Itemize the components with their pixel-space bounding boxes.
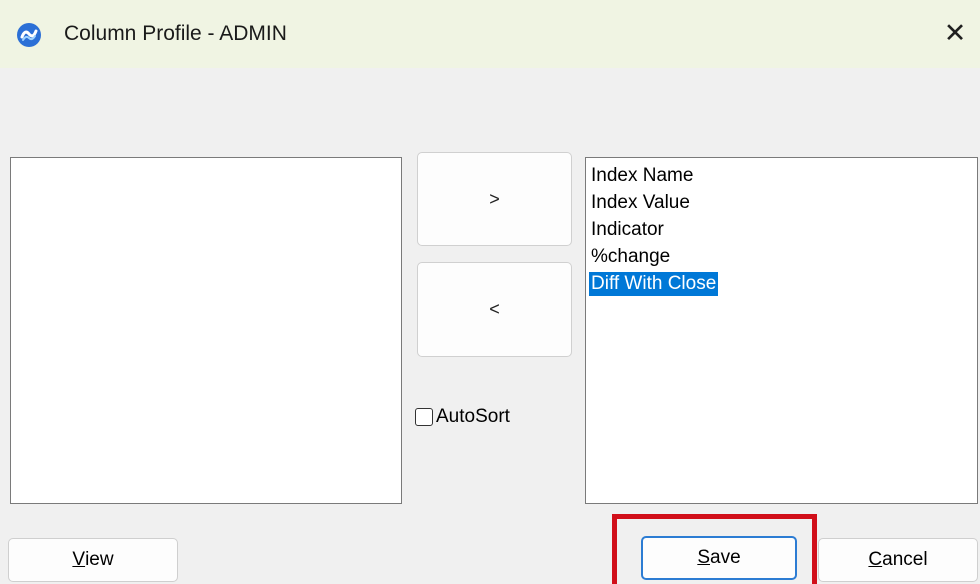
view-button[interactable]: View — [8, 538, 178, 582]
list-item-label: Index Value — [591, 192, 690, 213]
cancel-label: ancel — [882, 549, 928, 570]
list-item[interactable]: Diff With Close — [586, 270, 977, 297]
app-logo-icon — [17, 23, 41, 47]
view-mnemonic: V — [72, 549, 86, 570]
move-left-label: < — [489, 299, 500, 319]
list-item[interactable]: Indicator — [586, 216, 977, 243]
autosort-label: AutoSort — [436, 406, 510, 427]
autosort-checkbox[interactable] — [415, 408, 433, 426]
list-item[interactable]: Index Name — [586, 162, 977, 189]
cancel-mnemonic: C — [868, 549, 883, 570]
list-item[interactable]: Index Value — [586, 189, 977, 216]
available-columns-list[interactable] — [10, 157, 402, 504]
list-item-label: Indicator — [591, 219, 664, 240]
move-left-button[interactable]: < — [417, 262, 572, 357]
view-label: iew — [85, 549, 114, 570]
list-item-label: %change — [591, 246, 671, 267]
autosort-option[interactable]: AutoSort — [415, 404, 510, 430]
selected-columns-list[interactable]: Index Name Index Value Indicator %change… — [585, 157, 978, 504]
window-title: Column Profile - ADMIN — [64, 22, 287, 45]
move-right-label: > — [489, 188, 500, 209]
close-icon[interactable]: ✕ — [938, 16, 972, 50]
title-bar: Column Profile - ADMIN ✕ — [0, 0, 980, 68]
cancel-button[interactable]: Cancel — [818, 538, 978, 582]
list-item-label: Index Name — [591, 165, 694, 186]
move-right-button[interactable]: > — [417, 152, 572, 246]
save-button[interactable]: Save — [641, 536, 797, 580]
save-mnemonic: S — [697, 547, 711, 568]
list-item-label: Diff With Close — [589, 272, 719, 296]
list-item[interactable]: %change — [586, 243, 977, 270]
save-label: ave — [710, 547, 741, 568]
